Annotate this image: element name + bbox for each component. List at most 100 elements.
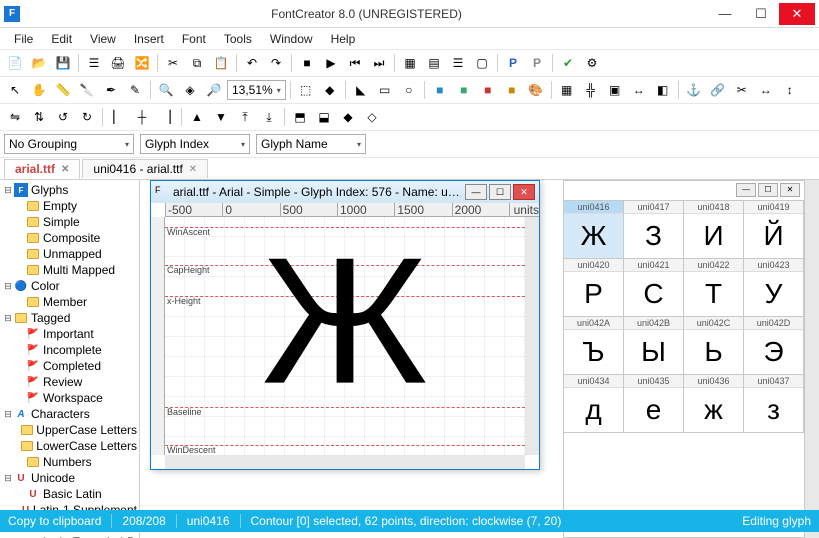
gear-button[interactable]: ⚙ [581,52,603,74]
layer-dn-button[interactable]: ▼ [210,106,232,128]
check-button[interactable]: ✔ [557,52,579,74]
glyph-editor-titlebar[interactable]: F arial.ttf - Arial - Simple - Glyph Ind… [151,181,539,203]
save-button[interactable]: 💾 [52,52,74,74]
subtract-button[interactable]: ⬓ [313,106,335,128]
pointer-button[interactable]: ↖ [4,79,26,101]
glyph-cell[interactable]: uni0437з [743,374,804,433]
grouping-combo[interactable]: No Grouping [4,134,134,154]
tab-glyph[interactable]: uni0416 - arial.ttf✕ [82,159,208,178]
link-button[interactable]: 🔗 [707,79,729,101]
sort-combo[interactable]: Glyph Index [140,134,250,154]
align-c-button[interactable]: ┼ [131,106,153,128]
scrollbar-horizontal[interactable] [165,455,525,469]
zoom-out-button[interactable]: 🔎 [203,79,225,101]
shape-rect-button[interactable]: ▭ [374,79,396,101]
tree-node[interactable]: Unmapped [0,246,139,262]
tree-node[interactable]: ⊟🔵Color [0,278,139,294]
window-maximize-button[interactable]: ☐ [743,3,779,25]
tree-node[interactable]: Composite [0,230,139,246]
cut-button[interactable]: ✂ [162,52,184,74]
color-b-button[interactable]: ■ [453,79,475,101]
print-button[interactable]: 🖨 [107,52,129,74]
snap-v-button[interactable]: ↕ [779,79,801,101]
tree-node[interactable]: ⊟ACharacters [0,406,139,422]
pen-button[interactable]: ✒ [100,79,122,101]
glyph-cell[interactable]: uni0435е [623,374,684,433]
grid-toggle-button[interactable]: ▦ [556,79,578,101]
measure-button[interactable]: 📏 [52,79,74,101]
zoom-in-button[interactable]: 🔍 [155,79,177,101]
color-c-button[interactable]: ■ [477,79,499,101]
glyph-close-button[interactable]: ✕ [513,184,535,200]
palette-button[interactable]: 🎨 [525,79,547,101]
flip-v-button[interactable]: ⇅ [28,106,50,128]
tree-node[interactable]: ULatin Extended-B [0,534,139,538]
tree-node[interactable]: 🚩Workspace [0,390,139,406]
exclude-button[interactable]: ◇ [361,106,383,128]
tree-node[interactable]: ⊟FGlyphs [0,182,139,198]
play-button[interactable]: ▶ [320,52,342,74]
glyph-cell[interactable]: uni0416Ж [563,200,624,259]
intersect-button[interactable]: ◆ [337,106,359,128]
window-minimize-button[interactable]: — [707,3,743,25]
glyph-cell[interactable]: uni042AЪ [563,316,624,375]
rows-button[interactable]: ☰ [447,52,469,74]
new-button[interactable]: 📄 [4,52,26,74]
tree-node[interactable]: UBasic Latin [0,486,139,502]
anchor-button[interactable]: ⚓ [683,79,705,101]
name-combo[interactable]: Glyph Name [256,134,366,154]
zoom-fit-button[interactable]: ◈ [179,79,201,101]
tree-toggle-icon[interactable]: ⊟ [2,281,14,292]
glyph-cell[interactable]: uni0422Т [683,258,744,317]
glyph-min-button[interactable]: — [465,184,487,200]
menu-file[interactable]: File [6,30,41,48]
glyph-cell[interactable]: uni042DЭ [743,316,804,375]
menu-help[interactable]: Help [323,30,364,48]
copy-button[interactable]: ⧉ [186,52,208,74]
tree-node[interactable]: Multi Mapped [0,262,139,278]
bounds-button[interactable]: ▣ [604,79,626,101]
freehand-button[interactable]: ✎ [124,79,146,101]
rotate-cw-button[interactable]: ↻ [76,106,98,128]
glyph-cell[interactable]: uni0417З [623,200,684,259]
tree-toggle-icon[interactable]: ⊟ [2,409,14,420]
bearings-button[interactable]: ↔ [628,79,650,101]
table-button[interactable]: ▤ [423,52,445,74]
glyph-cell[interactable]: uni0434д [563,374,624,433]
snap-h-button[interactable]: ↔ [755,79,777,101]
p1-button[interactable]: P [502,52,524,74]
p2-button[interactable]: P [526,52,548,74]
forward-button[interactable]: ⏭ [368,52,390,74]
tree-toggle-icon[interactable]: ⊟ [2,473,14,484]
grid-max-button[interactable]: ☐ [758,183,778,197]
shape-circle-button[interactable]: ○ [398,79,420,101]
tree-node[interactable]: ⊟Tagged [0,310,139,326]
unlink-button[interactable]: ✂ [731,79,753,101]
color-d-button[interactable]: ■ [501,79,523,101]
glyph-cell[interactable]: uni0436ж [683,374,744,433]
hand-button[interactable]: ✋ [28,79,50,101]
glyph-shape[interactable]: Ж [262,232,428,412]
menu-tools[interactable]: Tools [216,30,260,48]
swap-button[interactable]: 🔀 [131,52,153,74]
glyph-max-button[interactable]: ☐ [489,184,511,200]
tree-node[interactable]: Member [0,294,139,310]
glyph-cell[interactable]: uni042CЬ [683,316,744,375]
menu-insert[interactable]: Insert [126,30,172,48]
glyph-cell[interactable]: uni0420Р [563,258,624,317]
overlap-button[interactable]: ◧ [652,79,674,101]
close-icon[interactable]: ✕ [61,164,69,175]
glyph-cell[interactable]: uni0418И [683,200,744,259]
align-r-button[interactable]: ▕ [155,106,177,128]
tree-node[interactable]: Empty [0,198,139,214]
tree-node[interactable]: 🚩Incomplete [0,342,139,358]
rotate-ccw-button[interactable]: ↺ [52,106,74,128]
window-close-button[interactable]: ✕ [779,3,815,25]
tree-node[interactable]: 🚩Completed [0,358,139,374]
tree-toggle-icon[interactable]: ⊟ [2,313,14,324]
scrollbar-vertical[interactable] [525,217,539,455]
align-l-button[interactable]: ▏ [107,106,129,128]
close-icon[interactable]: ✕ [189,164,197,175]
tree-node[interactable]: LowerCase Letters [0,438,139,454]
undo-button[interactable]: ↶ [241,52,263,74]
